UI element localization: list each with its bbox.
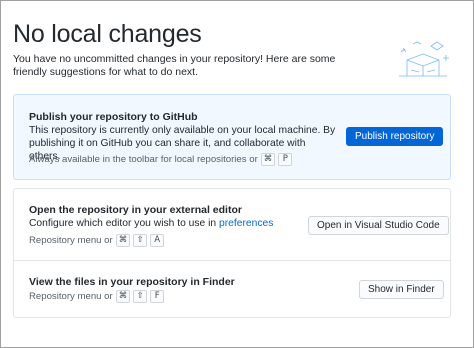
open-editor-card-title: Open the repository in your external edi… [29, 204, 242, 216]
key-a: A [150, 234, 165, 247]
shift-key-icon: ⇧ [133, 234, 148, 247]
show-in-finder-card: View the files in your repository in Fin… [13, 261, 451, 318]
open-in-editor-button[interactable]: Open in Visual Studio Code [308, 216, 449, 235]
publish-card-hint: Always available in the toolbar for loca… [29, 153, 293, 166]
key-p: P [278, 153, 293, 166]
show-in-finder-hint-text: Repository menu or [29, 291, 113, 302]
open-editor-card: Open the repository in your external edi… [13, 188, 451, 261]
open-editor-description-text: Configure which editor you wish to use i… [29, 218, 220, 229]
command-key-icon: ⌘ [260, 153, 276, 166]
open-editor-card-description: Configure which editor you wish to use i… [29, 217, 273, 230]
show-in-finder-button[interactable]: Show in Finder [359, 280, 444, 299]
publish-repository-button[interactable]: Publish repository [346, 127, 444, 146]
key-f: F [150, 290, 165, 303]
preferences-link[interactable]: preferences [219, 218, 273, 229]
publish-card-title: Publish your repository to GitHub [29, 111, 198, 123]
publish-hint-text: Always available in the toolbar for loca… [29, 154, 258, 165]
no-changes-illustration-icon [399, 41, 449, 77]
publish-card: Publish your repository to GitHub This r… [13, 94, 451, 180]
show-in-finder-card-title: View the files in your repository in Fin… [29, 276, 235, 288]
command-key-icon: ⌘ [115, 290, 131, 303]
page-subtitle: You have no uncommitted changes in your … [13, 53, 336, 78]
page-title: No local changes [13, 20, 202, 48]
open-editor-card-hint: Repository menu or ⌘ ⇧ A [29, 234, 165, 247]
open-editor-hint-text: Repository menu or [29, 235, 113, 246]
command-key-icon: ⌘ [115, 234, 131, 247]
show-in-finder-card-hint: Repository menu or ⌘ ⇧ F [29, 290, 165, 303]
shift-key-icon: ⇧ [133, 290, 148, 303]
